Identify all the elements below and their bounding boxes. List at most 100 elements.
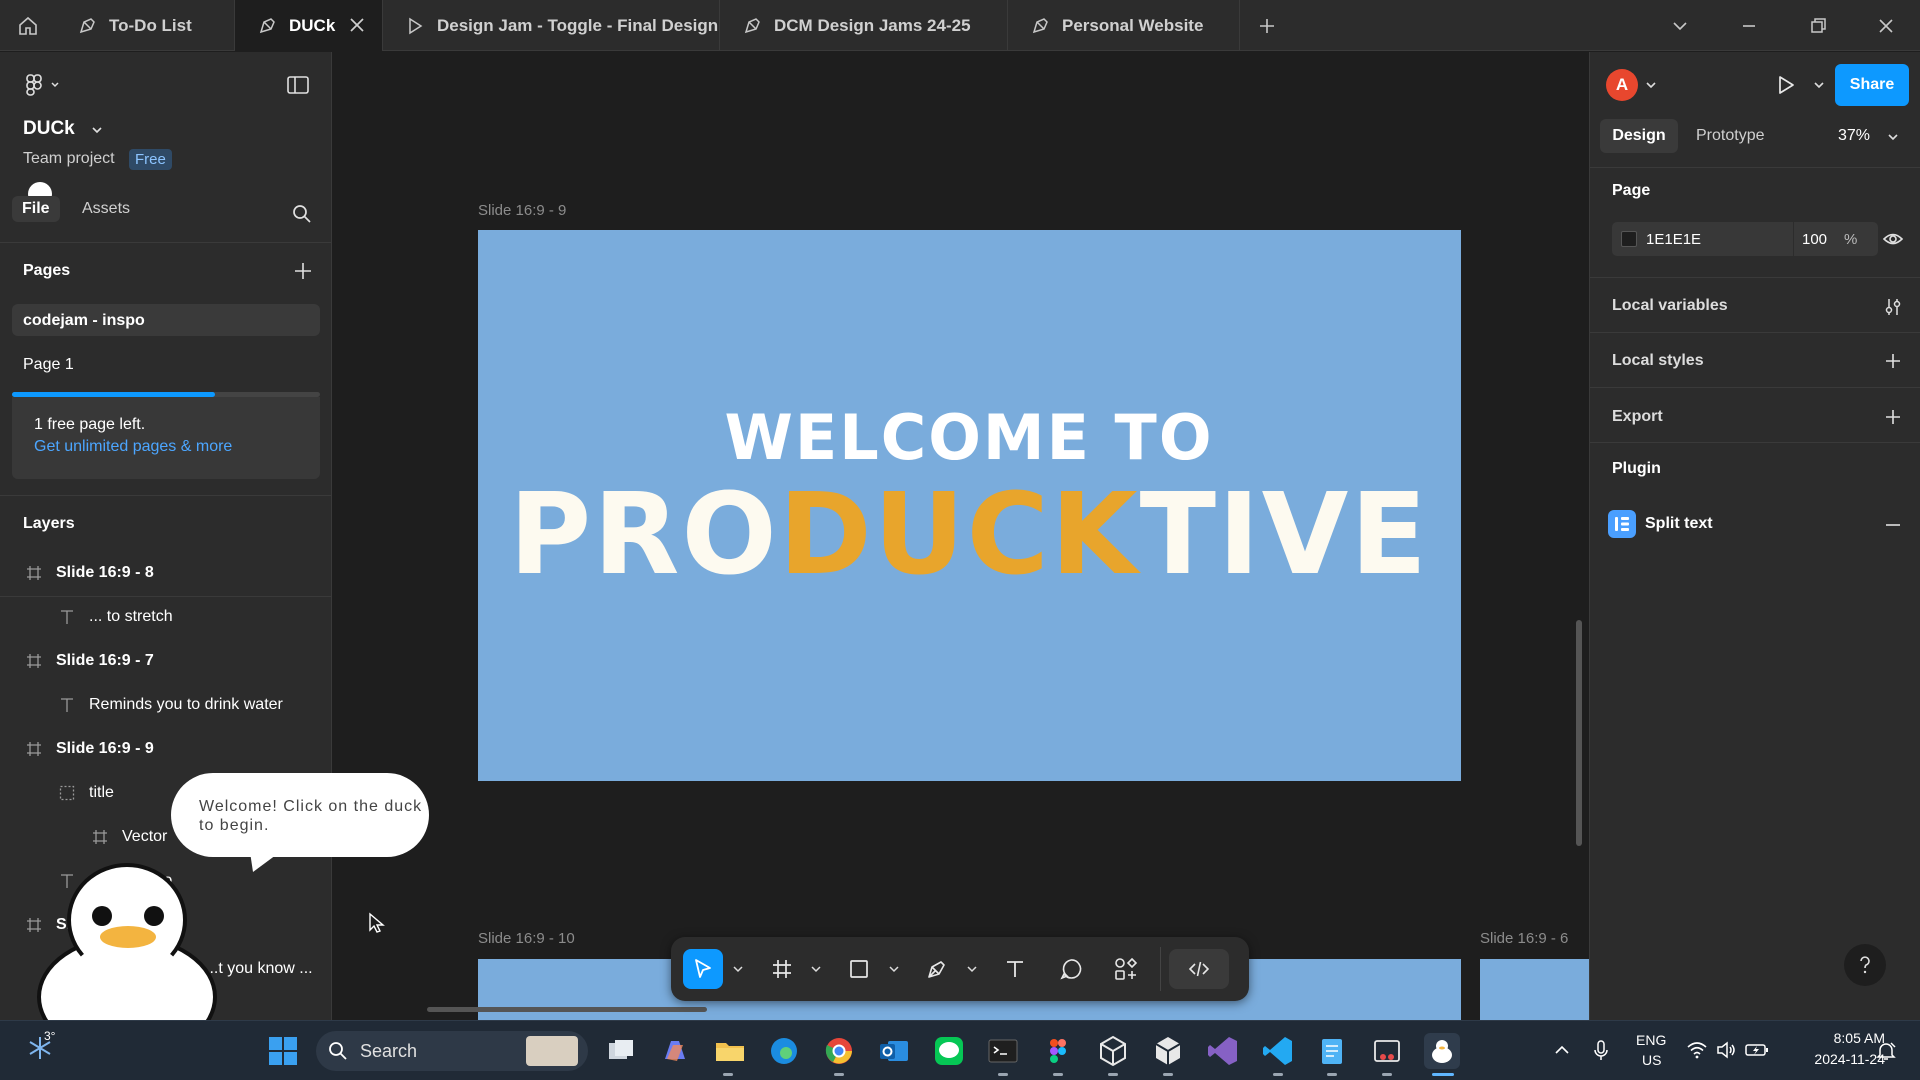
layer-row[interactable]: Slide 16:9 - 7 [0,639,331,683]
chevron-down-icon[interactable] [91,125,103,135]
variables-icon[interactable] [1883,296,1903,318]
minimize-icon[interactable] [1737,14,1761,38]
layer-row[interactable]: Slide 16:9 - 8 [0,551,331,595]
chevron-down-icon[interactable] [1645,80,1657,90]
add-export-icon[interactable] [1883,407,1903,427]
tab-personal-website[interactable]: Personal Website [1008,0,1240,51]
outlook-icon[interactable] [876,1033,912,1069]
language-top[interactable]: ENG [1636,1032,1666,1048]
edge-browser-icon[interactable] [766,1033,802,1069]
add-style-icon[interactable] [1883,351,1903,371]
local-variables-label[interactable]: Local variables [1612,297,1920,315]
clock-date[interactable]: 2024-11-24 [1775,1051,1885,1067]
chevron-down-icon[interactable] [1887,132,1899,142]
layer-row[interactable]: ... to stretch [0,595,331,639]
plan-badge[interactable]: Free [129,149,172,170]
layer-row[interactable]: Reminds you to drink water [0,683,331,727]
chevron-down-icon[interactable] [889,965,899,973]
wifi-icon[interactable] [1686,1041,1708,1059]
share-button[interactable]: Share [1835,64,1909,106]
page-item-page1[interactable]: Page 1 [23,356,74,374]
chevron-down-icon[interactable] [733,965,743,973]
shape-tool-button[interactable] [839,949,879,989]
task-view-icon[interactable] [603,1033,639,1069]
terminal-icon[interactable] [985,1033,1021,1069]
slide-frame-6[interactable] [1480,959,1589,1020]
main-menu-button[interactable] [24,72,64,98]
duck-speech-bubble[interactable]: Welcome! Click on the duck to begin. [171,773,429,857]
tab-duck[interactable]: DUCk [235,0,383,51]
taskbar-search-box[interactable]: Search [316,1031,588,1071]
add-page-icon[interactable] [292,260,314,282]
color-swatch[interactable] [1621,231,1637,247]
eye-icon[interactable] [1882,229,1904,249]
search-icon[interactable] [292,204,312,224]
new-tab-icon[interactable] [1255,14,1279,38]
close-icon[interactable] [348,16,366,34]
figma-app-icon[interactable] [1040,1033,1076,1069]
tab-design-jam-toggle[interactable]: Design Jam - Toggle - Final Design [383,0,720,51]
page-color-hex[interactable]: 1E1E1E [1646,231,1701,248]
battery-icon[interactable] [1745,1042,1769,1058]
frame-label[interactable]: Slide 16:9 - 9 [478,202,566,219]
design-canvas[interactable]: Slide 16:9 - 9 WELCOME TO PRODUCKTIVE Sl… [332,52,1589,1020]
unity-icon[interactable] [1095,1033,1131,1069]
actions-tool-button[interactable] [1106,949,1146,989]
duck-app-icon[interactable] [1424,1033,1460,1069]
local-styles-label[interactable]: Local styles [1612,352,1920,370]
chevron-up-icon[interactable] [1553,1041,1571,1059]
zoom-level[interactable]: 37% [1838,127,1870,145]
visual-studio-icon[interactable] [1205,1033,1241,1069]
slide-frame-9[interactable]: WELCOME TO PRODUCKTIVE [478,230,1461,781]
sidebar-toggle-icon[interactable] [286,74,310,96]
tab-todo-list[interactable]: To-Do List [55,0,235,51]
chrome-browser-icon[interactable] [821,1033,857,1069]
close-window-icon[interactable] [1874,14,1898,38]
tab-file[interactable]: File [12,196,60,222]
chevron-down-icon[interactable] [811,965,821,973]
windows-start-icon[interactable] [265,1033,301,1069]
language-bottom[interactable]: US [1642,1052,1661,1068]
project-name[interactable]: Team project [23,150,115,168]
tab-design[interactable]: Design [1600,119,1678,153]
text-tool-button[interactable] [995,949,1035,989]
clock-time[interactable]: 8:05 AM [1775,1030,1885,1046]
restore-icon[interactable] [1806,14,1830,38]
chevron-down-icon[interactable] [1813,80,1825,90]
microphone-icon[interactable] [1592,1039,1610,1061]
file-name[interactable]: DUCk [23,118,75,140]
vertical-scrollbar[interactable] [1576,620,1582,846]
file-explorer-icon[interactable] [712,1033,748,1069]
tab-dcm-design-jams[interactable]: DCM Design Jams 24-25 [720,0,1008,51]
vscode-icon[interactable] [1260,1033,1296,1069]
pen-tool-button[interactable] [917,949,957,989]
tab-assets[interactable]: Assets [82,200,130,218]
volume-icon[interactable] [1715,1040,1737,1060]
frame-label[interactable]: Slide 16:9 - 10 [478,930,575,947]
frame-tool-button[interactable] [762,949,802,989]
notepad-icon[interactable] [1314,1033,1350,1069]
plugin-item-split-text[interactable]: Split text [1645,515,1920,533]
page-opacity-value[interactable]: 100 [1802,231,1827,248]
line-app-icon[interactable] [931,1033,967,1069]
move-tool-button[interactable] [683,949,723,989]
help-button[interactable] [1844,944,1886,986]
chevron-down-icon[interactable] [1668,14,1692,38]
frame-label[interactable]: Slide 16:9 - 6 [1480,930,1568,947]
chevron-down-icon[interactable] [967,965,977,973]
layer-row[interactable]: Slide 16:9 - 9 [0,727,331,771]
avatar[interactable]: A [1606,69,1638,101]
upsell-link[interactable]: Get unlimited pages & more [34,438,232,456]
present-play-icon[interactable] [1774,73,1798,97]
tab-prototype[interactable]: Prototype [1696,127,1764,145]
comment-tool-button[interactable] [1051,949,1091,989]
export-label[interactable]: Export [1612,408,1920,426]
notification-bell-icon[interactable] [1875,1040,1897,1062]
snipping-tool-icon[interactable] [1369,1033,1405,1069]
horizontal-scrollbar[interactable] [427,1007,707,1012]
dev-mode-toggle[interactable] [1169,949,1229,989]
unity-hub-icon[interactable] [1150,1033,1186,1069]
copilot-icon[interactable] [657,1033,693,1069]
home-icon[interactable] [16,14,40,38]
remove-plugin-icon[interactable] [1883,515,1903,535]
